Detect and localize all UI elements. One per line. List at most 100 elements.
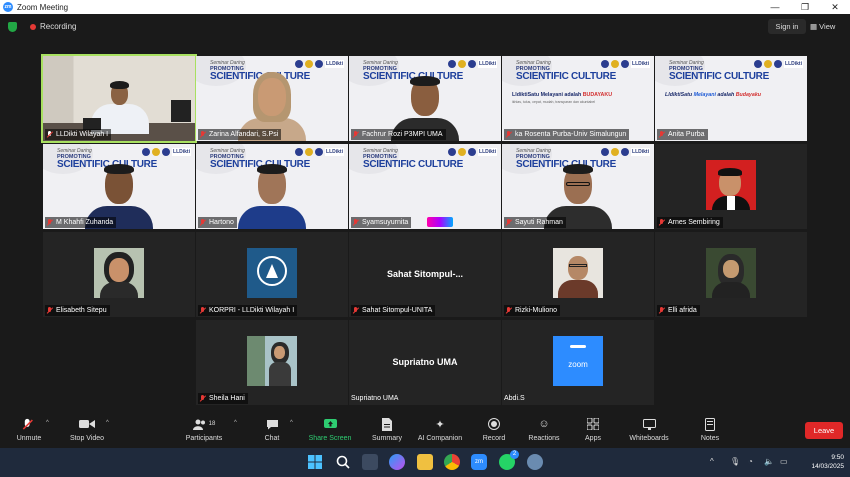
participant-name: Fachrur Rozi P3MPI UMA	[362, 131, 443, 138]
participant-tile[interactable]: Seminar Daring PROMOTING SCIENTIFIC CULTUR…	[196, 56, 348, 141]
participant-tile[interactable]: Rizki-Muliono	[502, 232, 654, 317]
unmute-button[interactable]: Unmute	[12, 417, 46, 442]
minimize-button[interactable]: —	[760, 0, 790, 14]
participant-tile[interactable]: Elisabeth Sitepu	[43, 232, 195, 317]
participant-name: Zarina Alfandari, S.Psi	[209, 131, 279, 138]
muted-mic-icon	[200, 131, 206, 138]
clock-time: 9:50	[831, 454, 844, 461]
sign-in-button[interactable]: Sign in	[768, 19, 806, 34]
tray-mic-icon[interactable]: 🎙	[730, 457, 740, 466]
muted-mic-icon	[659, 307, 665, 314]
ai-sparkle-icon: ✦	[435, 418, 445, 431]
participant-tile[interactable]: zoom Abdi.S	[502, 320, 654, 405]
avatar-person-shape	[568, 256, 588, 280]
whiteboards-button[interactable]: Whiteboards	[624, 417, 674, 442]
participant-name: Sahat Sitompul-UNITA	[362, 307, 433, 314]
participant-tile[interactable]: Arnes Sembiring	[655, 144, 807, 229]
view-label: View	[819, 22, 836, 31]
muted-mic-icon	[353, 307, 359, 314]
tray-chevron-icon[interactable]: ^	[710, 457, 714, 466]
windows-start-icon[interactable]	[307, 454, 323, 470]
participant-name-label: Anita Purba	[657, 129, 708, 140]
participant-tile[interactable]: Supriatno UMA Supriatno UMA	[349, 320, 501, 405]
share-screen-button[interactable]: Share Screen	[306, 417, 354, 442]
person-shape	[238, 206, 306, 229]
leave-button[interactable]: Leave	[805, 422, 843, 439]
maximize-button[interactable]: ❐	[790, 0, 820, 14]
notes-button[interactable]: Notes	[696, 417, 724, 442]
participant-tile[interactable]: Sahat Sitompul-... Sahat Sitompul-UNITA	[349, 232, 501, 317]
search-icon[interactable]	[335, 454, 351, 470]
chat-caret-icon[interactable]: ^	[290, 420, 293, 426]
close-window-button[interactable]: ✕	[820, 0, 850, 14]
task-view-icon[interactable]	[362, 454, 378, 470]
avatar-clothes-shape	[558, 280, 598, 298]
audio-options-caret-icon[interactable]: ^	[46, 420, 49, 426]
apps-button[interactable]: Apps	[580, 417, 606, 442]
lldikti-logo-icon	[315, 60, 324, 68]
unmute-label: Unmute	[16, 435, 42, 442]
security-shield-icon[interactable]	[8, 22, 17, 32]
avatar-glasses-shape	[569, 264, 587, 267]
battery-icon[interactable]: ▭	[780, 457, 788, 466]
participant-tile[interactable]: Seminar Daring PROMOTING SCIENTIFIC CULTUR…	[43, 144, 195, 229]
whatsapp-icon[interactable]: 2	[499, 450, 519, 470]
wifi-icon[interactable]: ◔	[748, 457, 753, 466]
summary-label: Summary	[372, 435, 402, 442]
summary-button[interactable]: Summary	[366, 417, 408, 442]
whatsapp-badge: 2	[510, 450, 519, 459]
person-hair-shape	[410, 76, 440, 86]
ministry-seal-icon	[305, 148, 314, 156]
chrome-icon[interactable]	[444, 454, 460, 470]
windows-taskbar: zm 2 ^ 🎙 ◔ 🔈 ▭ 9:50 14/03/2025	[0, 448, 850, 477]
participant-name: LLDikti Wilayah I	[56, 131, 109, 138]
participant-tile[interactable]: Seminar Daring PROMOTING SCIENTIFIC CULTUR…	[502, 144, 654, 229]
chat-button[interactable]: Chat	[258, 417, 286, 442]
lldikti-logo-icon	[315, 148, 324, 156]
clock-date: 14/03/2025	[811, 463, 844, 470]
person-hair-shape	[257, 164, 287, 174]
zoom-taskbar-icon[interactable]: zm	[471, 454, 487, 470]
lldikti-brand-text: LLDikti	[325, 60, 344, 68]
settings-gear-icon[interactable]	[527, 454, 543, 470]
participant-avatar	[553, 248, 603, 298]
record-label: Record	[482, 435, 506, 442]
participant-name-label: ka Rosenta Purba-Univ Simalungun	[504, 129, 630, 140]
participant-name: Sayuti Rahman	[515, 219, 563, 226]
participants-button[interactable]: 18 Participants	[180, 417, 228, 442]
participant-tile[interactable]: Seminar Daring PROMOTING SCIENTIFIC CULTUR…	[196, 144, 348, 229]
participant-name-label: KORPRI - LLDikti Wilayah I	[198, 305, 298, 316]
participants-caret-icon[interactable]: ^	[234, 420, 237, 426]
avatar-shirt-shape	[727, 196, 735, 210]
file-explorer-icon[interactable]	[417, 454, 433, 470]
participant-tile[interactable]: Seminar Daring PROMOTING SCIENTIFIC CULTUR…	[502, 56, 654, 141]
chat-bubble-icon	[258, 417, 286, 431]
avatar-person-shape	[109, 258, 129, 282]
reactions-button[interactable]: ☺ Reactions	[524, 417, 564, 442]
avatar-clothes-shape	[100, 282, 138, 298]
participant-name-label: Abdi.S	[504, 393, 528, 404]
view-button[interactable]: ▦ View	[810, 19, 846, 34]
taskbar-clock[interactable]: 9:50 14/03/2025	[798, 453, 844, 471]
participant-tile[interactable]: KORPRI - LLDikti Wilayah I	[196, 232, 348, 317]
video-options-caret-icon[interactable]: ^	[106, 420, 109, 426]
muted-mic-icon	[200, 219, 206, 226]
stop-video-button[interactable]: Stop Video	[64, 417, 110, 442]
participant-tile[interactable]: LLDikti Wilayah I	[41, 54, 197, 143]
copilot-icon[interactable]	[389, 454, 405, 470]
university-seal-icon	[142, 148, 151, 156]
record-button[interactable]: Record	[478, 417, 510, 442]
participant-tile[interactable]: Sheila Hani	[196, 320, 348, 405]
participant-tile[interactable]: Seminar Daring PROMOTING SCIENTIFIC CULTUR…	[349, 144, 501, 229]
meeting-toolbar: Unmute ^ Stop Video ^ 18 Participants ^ …	[0, 413, 850, 448]
slide-motto: LldiktiSatu Melayani adalah Budayaku	[665, 92, 761, 98]
chat-label: Chat	[264, 435, 280, 442]
ai-companion-button[interactable]: ✦ AI Companion	[414, 417, 466, 443]
participant-tile[interactable]: Elli afrida	[655, 232, 807, 317]
ministry-seal-icon	[152, 148, 161, 156]
participant-tile[interactable]: Seminar Daring PROMOTING SCIENTIFIC CULTUR…	[349, 56, 501, 141]
university-seal-icon	[295, 60, 304, 68]
speaker-icon[interactable]: 🔈	[764, 457, 774, 466]
participant-tile[interactable]: Seminar Daring PROMOTING SCIENTIFIC CULTUR…	[655, 56, 807, 141]
university-seal-icon	[295, 148, 304, 156]
